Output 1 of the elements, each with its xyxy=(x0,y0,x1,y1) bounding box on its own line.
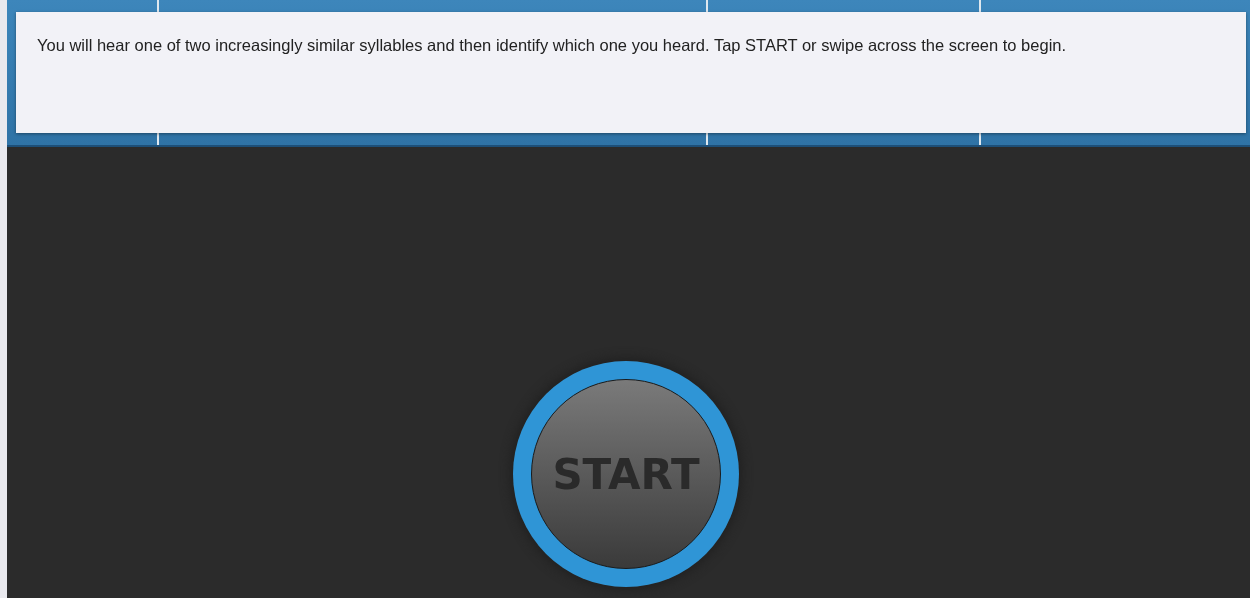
instruction-text: You will hear one of two increasingly similar syllables and then identify which one you heard. Tap START or swipe across the screen to begin. xyxy=(37,35,1068,56)
